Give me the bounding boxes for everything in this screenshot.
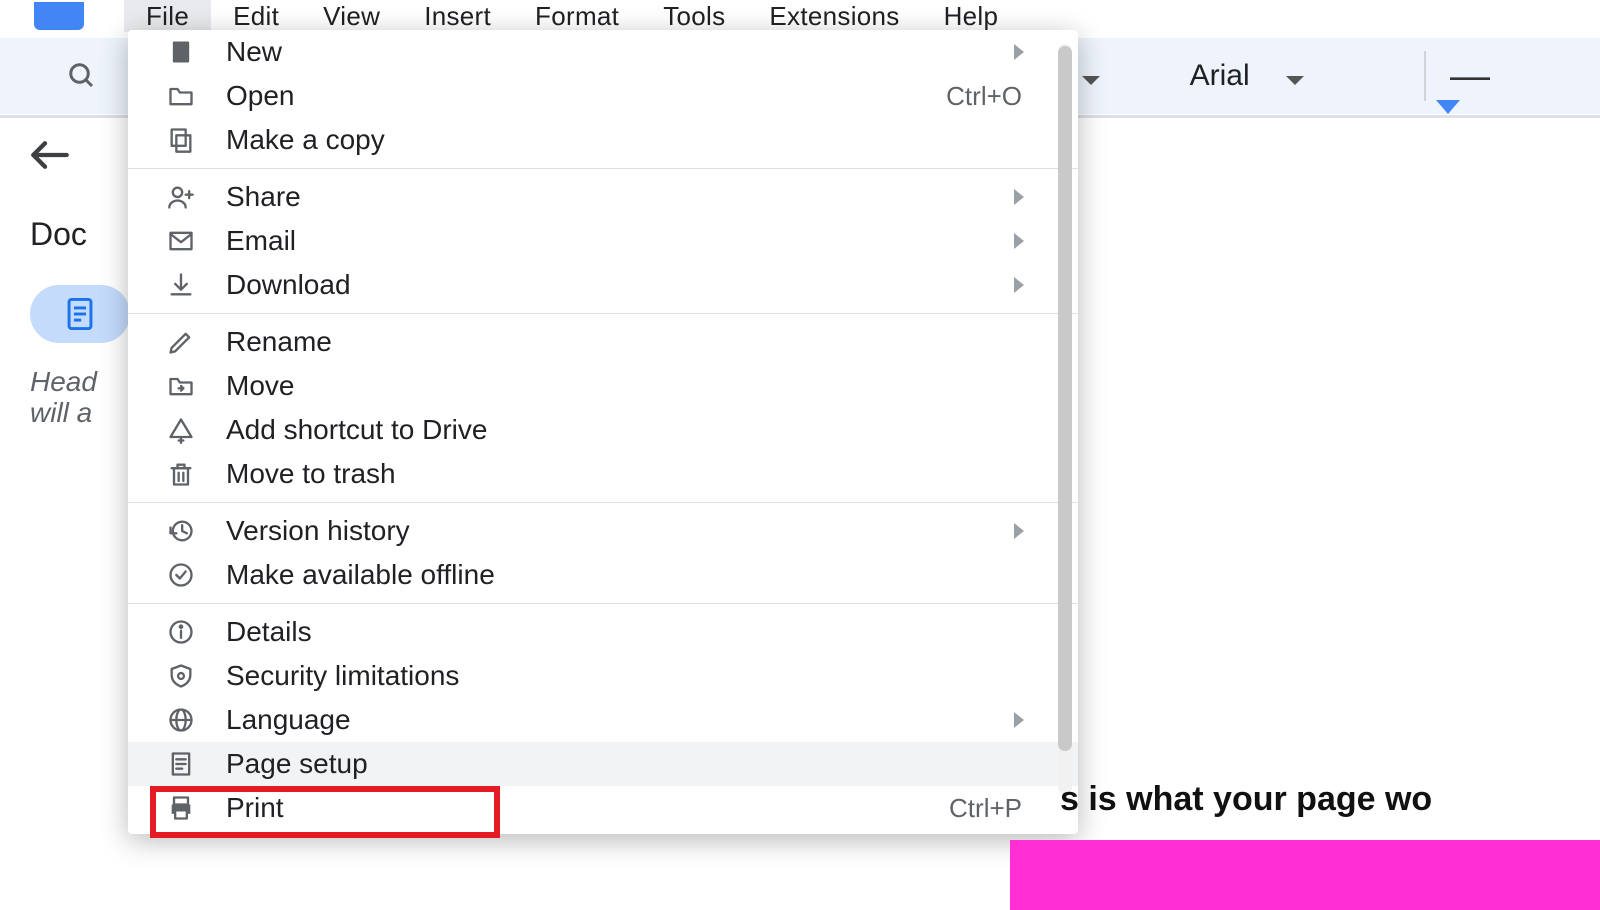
submenu-arrow-icon <box>1014 44 1024 60</box>
menu-tools[interactable]: Tools <box>641 0 747 32</box>
menu-item-label: Open <box>226 80 946 112</box>
menu-item-details[interactable]: Details <box>128 610 1078 654</box>
menu-item-label: Move to trash <box>226 458 1038 490</box>
search-icon <box>67 61 97 91</box>
copy-icon <box>164 126 198 154</box>
menu-separator <box>128 168 1078 169</box>
submenu-arrow-icon <box>1014 189 1024 205</box>
menu-separator <box>128 313 1078 314</box>
menu-item-label: Version history <box>226 515 1014 547</box>
submenu-arrow-icon <box>1014 523 1024 539</box>
menu-item-email[interactable]: Email <box>128 219 1078 263</box>
menu-edit[interactable]: Edit <box>211 0 301 32</box>
history-icon <box>164 517 198 545</box>
menu-item-download[interactable]: Download <box>128 263 1078 307</box>
menu-item-label: Share <box>226 181 1014 213</box>
menu-help[interactable]: Help <box>922 0 1021 32</box>
menu-item-move[interactable]: Move <box>128 364 1078 408</box>
menu-item-label: Email <box>226 225 1014 257</box>
dropdown-scrollbar[interactable] <box>1058 44 1072 794</box>
print-icon <box>164 794 198 822</box>
download-icon <box>164 271 198 299</box>
menu-item-label: Move <box>226 370 1038 402</box>
folder-move-icon <box>164 372 198 400</box>
menu-item-language[interactable]: Language <box>128 698 1078 742</box>
ruler-indent-marker[interactable] <box>1436 100 1460 114</box>
menu-item-new[interactable]: New <box>128 30 1078 74</box>
outline-toggle[interactable] <box>30 285 130 343</box>
menu-view[interactable]: View <box>301 0 402 32</box>
menu-item-label: Print <box>226 792 949 824</box>
shield-icon <box>164 662 198 690</box>
chevron-down-icon <box>1286 76 1304 85</box>
dropdown-scrollbar-thumb[interactable] <box>1058 46 1072 751</box>
menu-item-label: Add shortcut to Drive <box>226 414 1038 446</box>
menu-item-label: Page setup <box>226 748 1038 780</box>
globe-icon <box>164 706 198 734</box>
menu-item-label: New <box>226 36 1014 68</box>
app-icon[interactable] <box>34 2 84 30</box>
menu-separator <box>128 603 1078 604</box>
outline-sidebar: Doc Head will a <box>30 140 130 429</box>
arrow-left-icon <box>30 140 70 170</box>
menu-format[interactable]: Format <box>513 0 641 32</box>
trash-icon <box>164 460 198 488</box>
outline-empty-hint: Head will a <box>30 367 130 429</box>
doc-outline-icon <box>65 297 95 331</box>
page-setup-icon <box>164 750 198 778</box>
submenu-arrow-icon <box>1014 277 1024 293</box>
pencil-icon <box>164 328 198 356</box>
menu-item-shortcut: Ctrl+P <box>949 793 1038 824</box>
menu-item-make-available-offline[interactable]: Make available offline <box>128 553 1078 597</box>
menu-item-make-a-copy[interactable]: Make a copy <box>128 118 1078 162</box>
decrease-button[interactable]: — <box>1450 54 1490 99</box>
menubar: File Edit View Insert Format Tools Exten… <box>0 0 1600 32</box>
drive-shortcut-icon <box>164 416 198 444</box>
menu-item-label: Make available offline <box>226 559 1038 591</box>
submenu-arrow-icon <box>1014 233 1024 249</box>
menu-item-label: Download <box>226 269 1014 301</box>
file-menu-dropdown: New OpenCtrl+O Make a copy Share Email Downlo… <box>128 30 1078 834</box>
menu-separator <box>128 502 1078 503</box>
menu-extensions[interactable]: Extensions <box>747 0 921 32</box>
toolbar-separator <box>1424 51 1426 101</box>
submenu-arrow-icon <box>1014 712 1024 728</box>
menu-item-page-setup[interactable]: Page setup <box>128 742 1078 786</box>
menu-item-open[interactable]: OpenCtrl+O <box>128 74 1078 118</box>
mail-icon <box>164 227 198 255</box>
menu-item-shortcut: Ctrl+O <box>946 81 1038 112</box>
menu-item-version-history[interactable]: Version history <box>128 509 1078 553</box>
menu-item-print[interactable]: PrintCtrl+P <box>128 786 1078 830</box>
menu-item-security-limitations[interactable]: Security limitations <box>128 654 1078 698</box>
menu-item-add-shortcut-to-drive[interactable]: Add shortcut to Drive <box>128 408 1078 452</box>
menu-insert[interactable]: Insert <box>402 0 513 32</box>
font-dropdown[interactable]: Arial <box>1190 59 1304 93</box>
menu-item-rename[interactable]: Rename <box>128 320 1078 364</box>
document-body-text: s is what your page wo <box>1060 780 1432 819</box>
menu-item-label: Make a copy <box>226 124 1038 156</box>
font-dropdown-label: Arial <box>1190 59 1250 92</box>
search-button[interactable] <box>60 54 104 98</box>
menu-item-move-to-trash[interactable]: Move to trash <box>128 452 1078 496</box>
chevron-down-icon <box>1082 76 1100 85</box>
menu-item-label: Language <box>226 704 1014 736</box>
menu-item-label: Rename <box>226 326 1038 358</box>
doc-icon <box>164 38 198 66</box>
back-button[interactable] <box>30 140 130 170</box>
folder-icon <box>164 82 198 110</box>
menu-item-share[interactable]: Share <box>128 175 1078 219</box>
person-add-icon <box>164 183 198 211</box>
sidebar-title: Doc <box>30 216 130 253</box>
info-icon <box>164 618 198 646</box>
menu-item-label: Details <box>226 616 1038 648</box>
menu-item-label: Security limitations <box>226 660 1038 692</box>
offline-icon <box>164 561 198 589</box>
menu-file[interactable]: File <box>124 0 211 32</box>
